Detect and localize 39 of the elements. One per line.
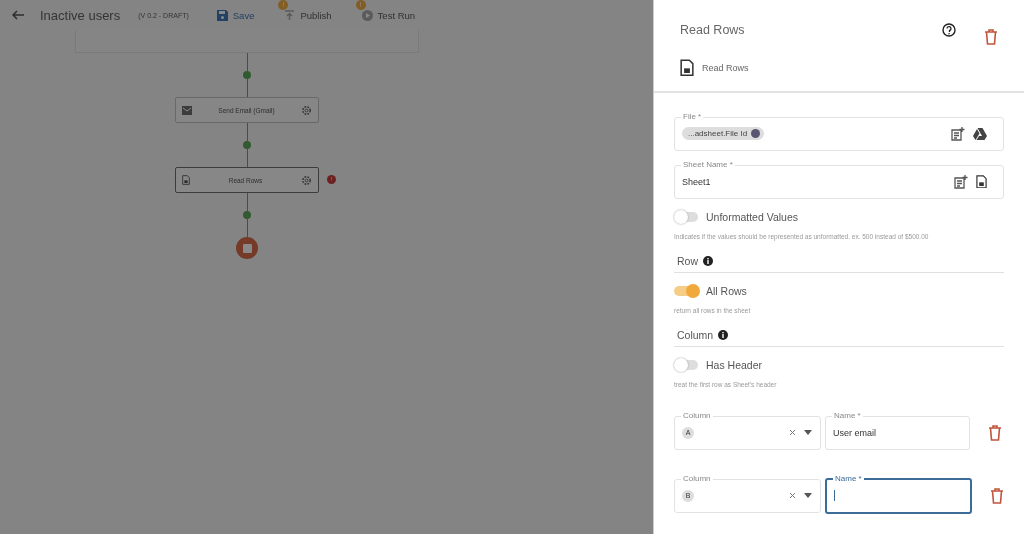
- add-variable-icon[interactable]: [954, 174, 968, 189]
- stop-icon: [236, 237, 258, 259]
- mail-icon: [182, 105, 192, 115]
- dropdown-caret-icon[interactable]: [804, 493, 812, 498]
- toggle-label: All Rows: [706, 284, 747, 297]
- dropdown-caret-icon[interactable]: [804, 430, 812, 435]
- sheet-icon: [976, 174, 987, 189]
- add-step-dot[interactable]: [243, 141, 251, 149]
- play-icon: [361, 9, 373, 21]
- section-heading: Column: [677, 328, 714, 341]
- workflow-title: Inactive users: [40, 7, 121, 23]
- settings-icon[interactable]: [301, 104, 312, 116]
- info-icon[interactable]: [703, 255, 713, 266]
- section-heading: Row: [677, 254, 698, 267]
- help-icon[interactable]: [942, 23, 956, 37]
- drive-icon[interactable]: [973, 127, 987, 140]
- toggle-switch[interactable]: [674, 211, 698, 222]
- save-icon: [216, 9, 228, 21]
- add-variable-icon[interactable]: [951, 126, 965, 141]
- panel-title: Read Rows: [680, 23, 746, 37]
- toggle-label: Unformatted Values: [706, 210, 799, 223]
- sheet-icon: [680, 59, 694, 77]
- clear-icon[interactable]: [789, 492, 796, 499]
- sheet-icon: [182, 175, 190, 185]
- delete-icon[interactable]: [988, 424, 1002, 441]
- toggle-switch[interactable]: [674, 359, 698, 370]
- delete-icon[interactable]: [990, 487, 1004, 504]
- delete-icon[interactable]: [984, 29, 998, 45]
- toggle-label: Has Header: [706, 358, 763, 371]
- toggle-switch[interactable]: [674, 285, 698, 296]
- name-field[interactable]: Name *: [825, 477, 972, 514]
- action-name: Read Rows: [702, 62, 749, 73]
- add-step-dot[interactable]: [243, 71, 251, 79]
- remove-chip-icon[interactable]: [751, 129, 761, 138]
- upload-icon: [284, 9, 296, 21]
- info-icon[interactable]: [718, 329, 729, 340]
- settings-icon[interactable]: [301, 174, 312, 186]
- add-step-dot[interactable]: [243, 211, 251, 219]
- clear-icon[interactable]: [789, 429, 796, 436]
